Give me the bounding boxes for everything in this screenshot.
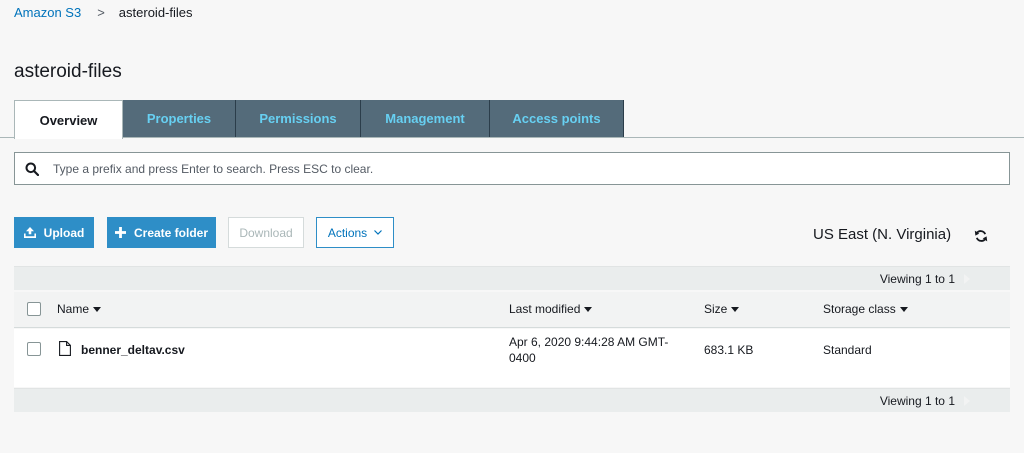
last-modified-cell: Apr 6, 2020 9:44:28 AM GMT-0400 [509,335,669,365]
sort-caret-icon [93,306,102,312]
column-header-name[interactable]: Name [57,302,102,316]
table-header: Name Last modified Size Storage class [14,292,1010,328]
table-row[interactable]: benner_deltav.csv Apr 6, 2020 9:44:28 AM… [14,329,1010,387]
create-folder-label: Create folder [133,225,209,240]
breadcrumb: Amazon S3 > asteroid-files [14,5,193,20]
viewing-count-bottom: Viewing 1 to 1 [879,394,955,408]
column-header-size[interactable]: Size [704,302,740,316]
search-box [14,152,1010,185]
tab-management[interactable]: Management [361,100,490,137]
pager-top: Viewing 1 to 1 [14,266,1010,290]
column-size-label: Size [704,302,728,316]
column-last-modified-label: Last modified [509,302,581,316]
upload-icon [23,227,36,238]
sort-caret-icon [899,306,908,312]
breadcrumb-separator: > [97,5,105,20]
chevron-down-icon [374,230,383,235]
page-title: asteroid-files [14,61,122,82]
download-button[interactable]: Download [228,217,304,248]
search-input[interactable] [53,161,1009,176]
plus-icon [114,227,126,238]
breadcrumb-current: asteroid-files [118,5,193,20]
column-header-storage-class[interactable]: Storage class [823,302,908,316]
upload-label: Upload [43,225,85,240]
tab-overview[interactable]: Overview [14,100,123,139]
tab-access-points[interactable]: Access points [490,100,624,137]
file-icon [59,341,71,356]
breadcrumb-link-amazon-s3[interactable]: Amazon S3 [14,5,81,20]
select-all-checkbox[interactable] [27,302,41,316]
tab-bar: Overview Properties Permissions Manageme… [14,100,624,139]
column-storage-class-label: Storage class [823,302,896,316]
upload-button[interactable]: Upload [14,217,94,248]
tab-permissions[interactable]: Permissions [236,100,361,137]
sort-caret-icon [584,306,593,312]
viewing-count-top: Viewing 1 to 1 [879,272,955,286]
sort-caret-icon [731,306,740,312]
actions-dropdown[interactable]: Actions [316,217,394,248]
size-cell: 683.1 KB [704,343,754,357]
s3-bucket-page: Amazon S3 > asteroid-files asteroid-file… [0,0,1024,453]
next-page-icon[interactable] [964,396,970,406]
column-name-label: Name [57,302,90,316]
row-checkbox[interactable] [27,342,41,356]
column-header-last-modified[interactable]: Last modified [509,302,593,316]
tab-properties[interactable]: Properties [123,100,236,137]
next-page-icon[interactable] [964,274,970,284]
pager-bottom: Viewing 1 to 1 [14,388,1010,412]
refresh-icon[interactable] [974,229,988,243]
create-folder-button[interactable]: Create folder [107,217,216,248]
storage-class-cell: Standard [823,343,872,357]
region-label: US East (N. Virginia) [813,226,952,243]
actions-label: Actions [327,225,368,240]
file-name-link[interactable]: benner_deltav.csv [81,343,185,357]
search-icon [25,162,39,176]
